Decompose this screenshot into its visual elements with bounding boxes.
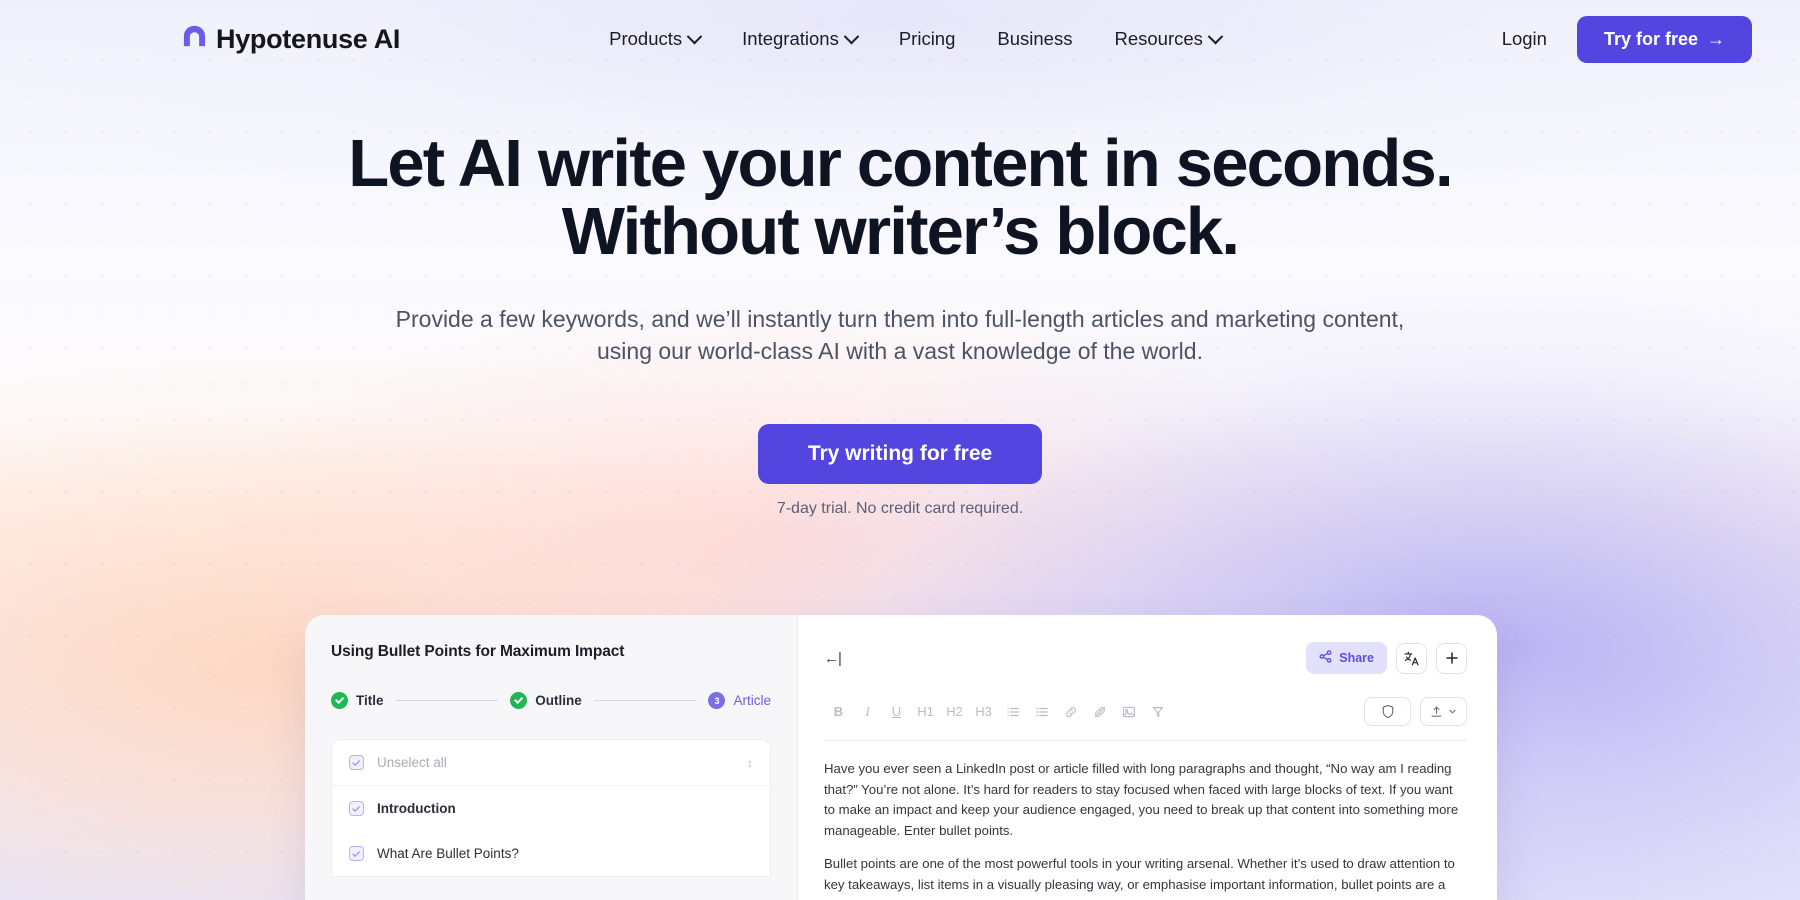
add-button[interactable] bbox=[1436, 642, 1467, 674]
step-outline[interactable]: Outline bbox=[510, 692, 582, 709]
list-item[interactable]: What Are Bullet Points? bbox=[332, 831, 770, 876]
app-preview-card: Using Bullet Points for Maximum Impact T… bbox=[305, 615, 1497, 900]
landing-page: Hypotenuse AI Products Integrations Pric… bbox=[0, 0, 1800, 900]
page-title: Let AI write your content in seconds. Wi… bbox=[0, 129, 1800, 270]
nav-item-products[interactable]: Products bbox=[588, 20, 721, 58]
nav-right-group: Login Try for free → bbox=[1502, 15, 1752, 63]
bulleted-list-button[interactable] bbox=[998, 699, 1027, 725]
editor-panel: ←| Share B I U H1 H2 H3 Have you ever se… bbox=[798, 615, 1497, 900]
bold-button[interactable]: B bbox=[824, 699, 853, 725]
chevron-down-icon bbox=[1449, 709, 1456, 714]
check-circle-icon bbox=[331, 692, 348, 709]
translate-button[interactable] bbox=[1396, 642, 1427, 674]
step-label: Article bbox=[733, 693, 771, 708]
outline-item-label: Introduction bbox=[377, 801, 456, 816]
share-label: Share bbox=[1339, 651, 1374, 665]
image-button[interactable] bbox=[1114, 699, 1143, 725]
top-navigation: Hypotenuse AI Products Integrations Pric… bbox=[0, 0, 1800, 78]
sort-icon[interactable]: ↕ bbox=[747, 757, 753, 769]
document-paragraph: Bullet points are one of the most powerf… bbox=[824, 856, 1455, 900]
share-icon bbox=[1319, 650, 1332, 666]
back-arrow-icon[interactable]: ←| bbox=[824, 650, 842, 667]
try-for-free-button[interactable]: Try for free → bbox=[1576, 15, 1752, 63]
brand-logo[interactable]: Hypotenuse AI bbox=[182, 24, 400, 55]
formatting-toolbar: B I U H1 H2 H3 bbox=[824, 697, 1467, 741]
nav-item-label: Business bbox=[997, 28, 1073, 49]
checkbox-checked-icon[interactable] bbox=[349, 755, 364, 770]
headline-line-2: Without writer’s block. bbox=[561, 194, 1240, 270]
hero-subheading: Provide a few keywords, and we’ll instan… bbox=[395, 305, 1405, 365]
nav-item-label: Pricing bbox=[898, 28, 956, 49]
brand-name: Hypotenuse AI bbox=[216, 23, 401, 54]
hypotenuse-logo-icon bbox=[182, 24, 207, 54]
trial-note: 7-day trial. No credit card required. bbox=[776, 499, 1024, 517]
outline-list: Unselect all ↕ Introduction What Are Bul… bbox=[331, 739, 771, 877]
check-circle-icon bbox=[510, 692, 528, 709]
italic-button[interactable]: I bbox=[853, 699, 882, 725]
nav-links: Products Integrations Pricing Business R… bbox=[588, 20, 1242, 58]
arrow-right-icon: → bbox=[1707, 28, 1725, 49]
headline-line-1: Let AI write your content in seconds. bbox=[348, 126, 1453, 201]
unselect-all-label: Unselect all bbox=[377, 755, 447, 770]
heading-2-button[interactable]: H2 bbox=[940, 699, 969, 725]
login-link[interactable]: Login bbox=[1502, 28, 1547, 50]
nav-item-label: Integrations bbox=[742, 28, 839, 49]
heading-3-button[interactable]: H3 bbox=[969, 699, 998, 725]
unselect-all-row[interactable]: Unselect all ↕ bbox=[332, 740, 770, 786]
editor-header: ←| Share bbox=[824, 641, 1467, 675]
link-button[interactable] bbox=[1056, 699, 1085, 725]
outline-item-label: What Are Bullet Points? bbox=[377, 846, 519, 861]
step-label: Outline bbox=[535, 693, 582, 708]
hero-section: Let AI write your content in seconds. Wi… bbox=[0, 78, 1800, 518]
underline-button[interactable]: U bbox=[882, 699, 911, 725]
plagiarism-shield-button[interactable] bbox=[1364, 697, 1411, 726]
export-button[interactable] bbox=[1420, 697, 1467, 726]
try-for-free-label: Try for free bbox=[1603, 28, 1698, 49]
nav-item-integrations[interactable]: Integrations bbox=[721, 20, 878, 58]
editor-right-actions bbox=[1364, 697, 1467, 726]
nav-item-business[interactable]: Business bbox=[976, 20, 1093, 58]
step-article[interactable]: 3 Article bbox=[708, 692, 771, 709]
chevron-down-icon bbox=[686, 28, 703, 44]
step-title[interactable]: Title bbox=[331, 692, 384, 709]
try-writing-for-free-button[interactable]: Try writing for free bbox=[757, 423, 1043, 484]
nav-item-label: Resources bbox=[1114, 28, 1203, 49]
unlink-button[interactable] bbox=[1085, 699, 1114, 725]
heading-1-button[interactable]: H1 bbox=[911, 699, 940, 725]
step-connector bbox=[395, 699, 499, 702]
step-number-badge: 3 bbox=[708, 692, 726, 709]
outline-panel: Using Bullet Points for Maximum Impact T… bbox=[305, 615, 798, 900]
nav-item-pricing[interactable]: Pricing bbox=[878, 20, 977, 58]
progress-stepper: Title Outline 3 Article bbox=[331, 692, 771, 709]
document-title[interactable]: Using Bullet Points for Maximum Impact bbox=[331, 643, 771, 661]
chevron-down-icon bbox=[1207, 28, 1224, 44]
clear-formatting-button[interactable] bbox=[1143, 699, 1172, 725]
step-connector bbox=[593, 699, 697, 702]
editor-actions: Share bbox=[1306, 642, 1467, 674]
checkbox-checked-icon[interactable] bbox=[349, 801, 364, 816]
chevron-down-icon bbox=[843, 28, 860, 44]
document-paragraph: Have you ever seen a LinkedIn post or ar… bbox=[824, 761, 1459, 838]
hero-cta-group: Try writing for free 7-day trial. No cre… bbox=[0, 423, 1800, 518]
nav-item-label: Products bbox=[609, 28, 683, 49]
nav-item-resources[interactable]: Resources bbox=[1093, 20, 1241, 58]
step-label: Title bbox=[356, 693, 384, 708]
numbered-list-button[interactable] bbox=[1027, 699, 1056, 725]
document-body[interactable]: Have you ever seen a LinkedIn post or ar… bbox=[824, 741, 1467, 900]
share-button[interactable]: Share bbox=[1306, 642, 1387, 674]
list-item[interactable]: Introduction bbox=[332, 786, 770, 831]
checkbox-checked-icon[interactable] bbox=[349, 846, 364, 861]
